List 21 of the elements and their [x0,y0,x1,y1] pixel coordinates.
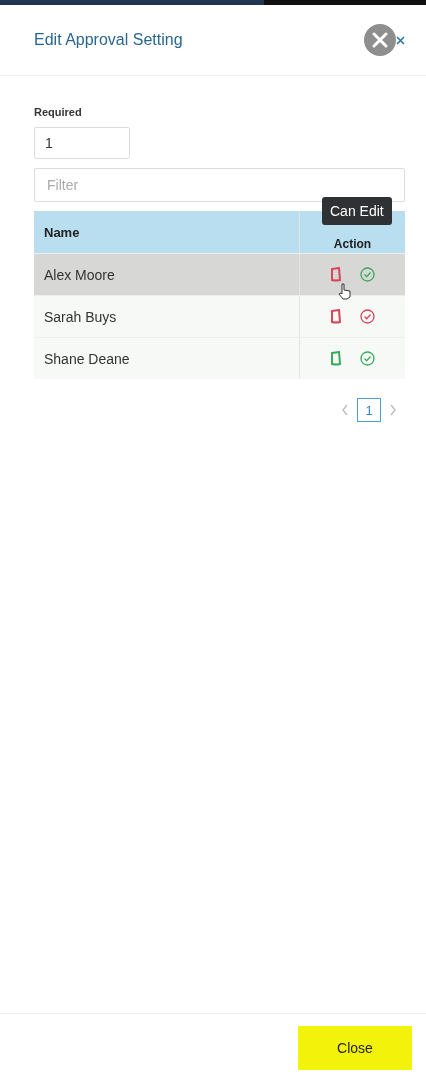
column-header: Name [34,211,300,253]
close-icon[interactable] [364,23,406,57]
close-button[interactable]: Close [298,1026,412,1070]
window-title: Edit Approval Setting [34,31,183,49]
edit-permission-icon[interactable] [330,267,342,282]
table-cell: Sarah Buys [34,296,300,337]
required-field[interactable]: 1 [34,127,130,159]
edit-permission-icon[interactable] [330,351,342,366]
approve-check-icon[interactable] [360,309,375,324]
table-cell: Shane Deane [34,338,300,379]
edit-permission-icon[interactable] [330,309,342,324]
previous-page-icon[interactable] [341,404,349,416]
column-header: Action [333,237,372,251]
required-label: Required [34,106,82,118]
tooltip: Can Edit [322,197,392,225]
page-button[interactable]: 1 [357,398,381,422]
table-cell: Alex Moore [34,254,300,295]
next-page-icon[interactable] [389,404,397,416]
approve-check-icon[interactable] [360,267,375,282]
approve-check-icon[interactable] [360,351,375,366]
filter-field[interactable]: Filter [34,168,405,202]
